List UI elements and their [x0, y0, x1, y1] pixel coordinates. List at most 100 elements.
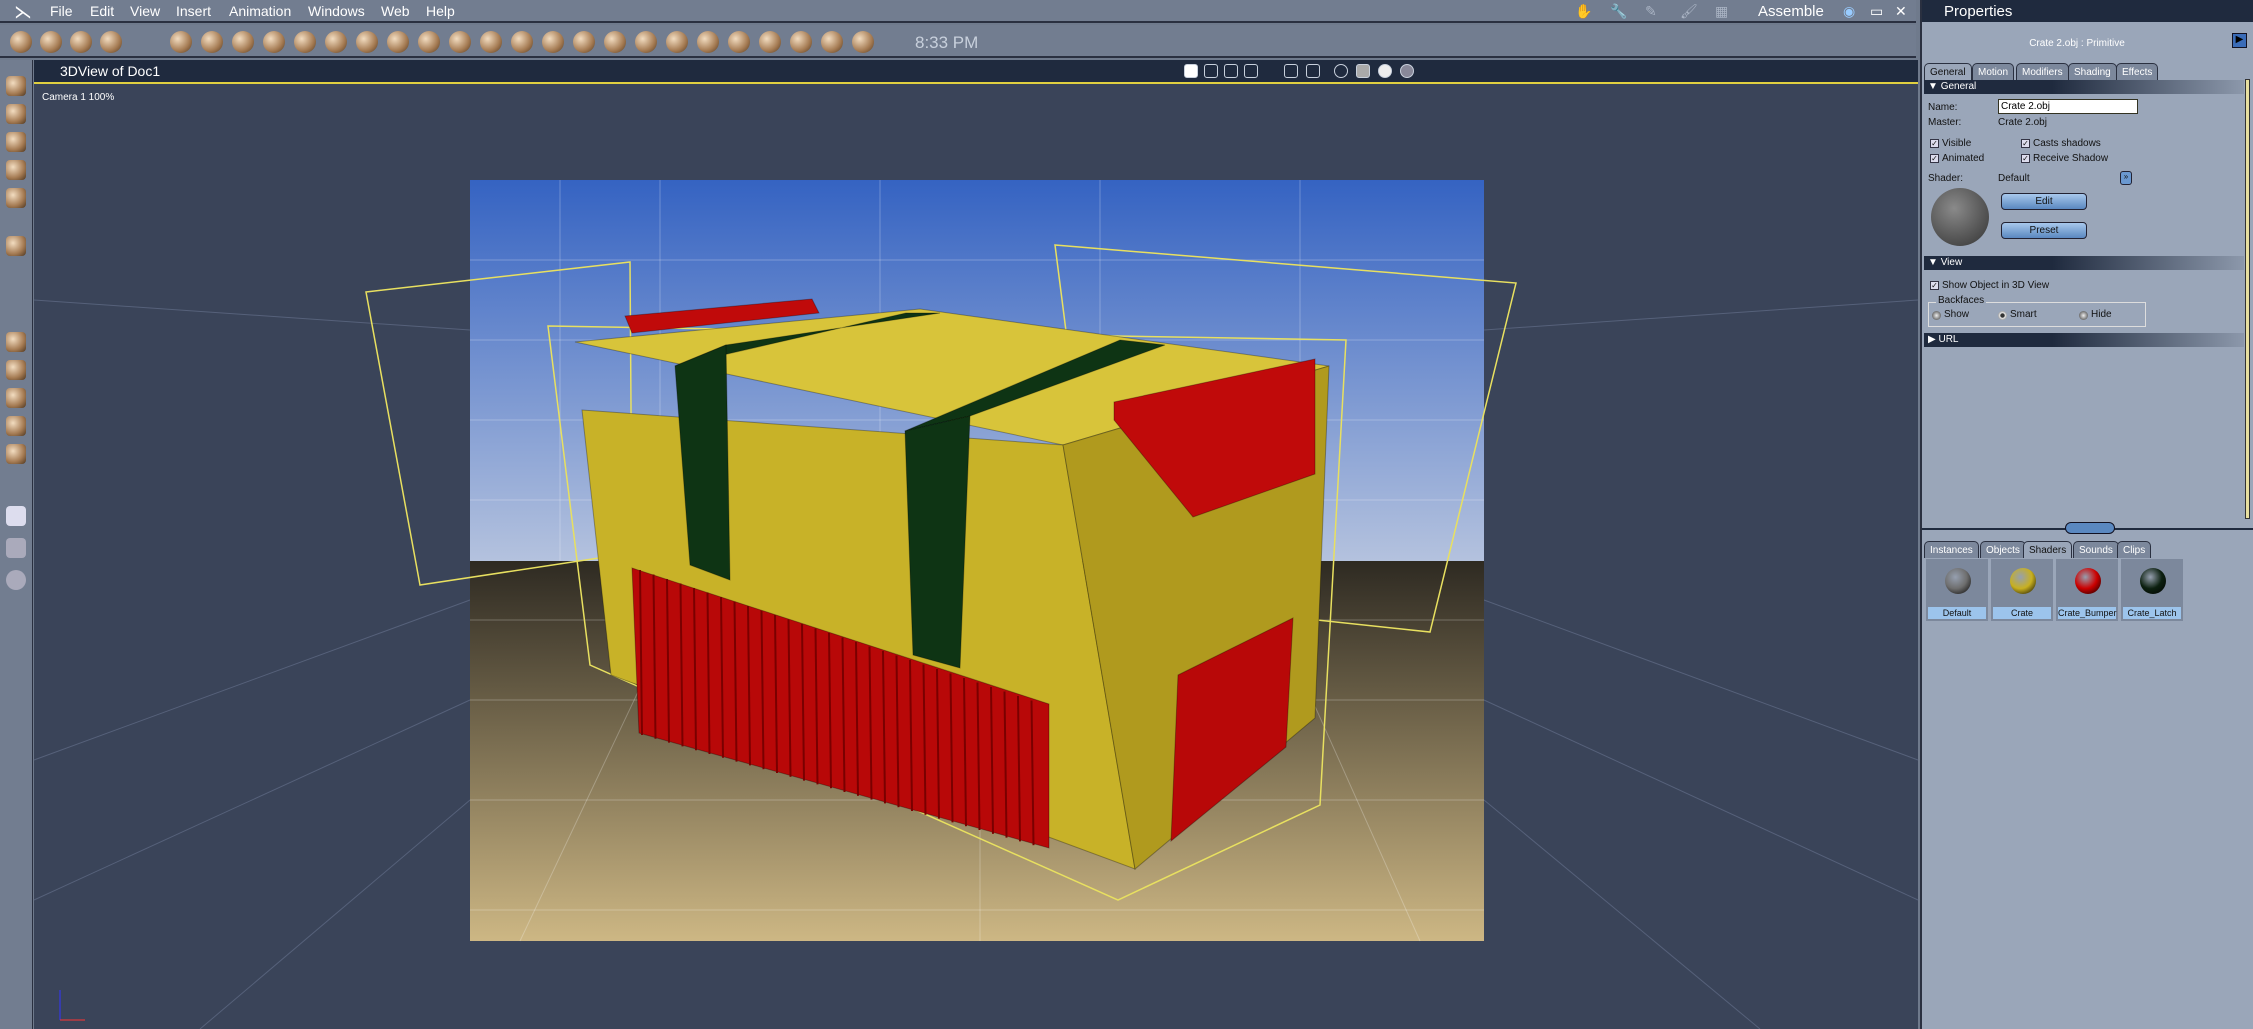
section-view-header[interactable]: ▼ View	[1924, 256, 2244, 270]
torus-icon[interactable]	[294, 31, 316, 53]
tab-clips[interactable]: Clips	[2117, 541, 2152, 558]
tab-motion[interactable]: Motion	[1972, 63, 2015, 80]
splitter-handle[interactable]	[2065, 522, 2115, 534]
visible-checkbox[interactable]: ✓	[1930, 139, 1939, 148]
render-wire-icon[interactable]	[1334, 64, 1348, 78]
cloud-icon[interactable]	[449, 31, 471, 53]
menu-web[interactable]: Web	[381, 3, 410, 19]
camera-icon[interactable]	[6, 506, 26, 526]
3d-viewport[interactable]: Camera 1 100%	[34, 82, 1918, 1029]
tab-effects[interactable]: Effects	[2116, 63, 2159, 80]
tab-instances[interactable]: Instances	[1924, 541, 1979, 558]
show-radio[interactable]	[1932, 311, 1941, 320]
shader-tile[interactable]: Crate_Latch	[2121, 559, 2183, 621]
zoom-icon[interactable]	[6, 570, 26, 590]
properties-scrollbar[interactable]	[2245, 79, 2250, 519]
fire-icon[interactable]	[480, 31, 502, 53]
menu-file[interactable]: File	[50, 3, 73, 19]
smart-radio[interactable]	[1998, 311, 2007, 320]
sphere-icon[interactable]	[170, 31, 192, 53]
render-flat-icon[interactable]	[1356, 64, 1370, 78]
text-icon[interactable]	[325, 31, 347, 53]
layout-two-icon[interactable]	[1204, 64, 1218, 78]
camera-icon[interactable]	[759, 31, 781, 53]
globe-icon[interactable]	[232, 31, 254, 53]
menu-windows[interactable]: Windows	[308, 3, 365, 19]
shader-tile[interactable]: Crate	[1991, 559, 2053, 621]
menu-view[interactable]: View	[130, 3, 160, 19]
blob-icon[interactable]	[697, 31, 719, 53]
layout-four-icon[interactable]	[1244, 64, 1258, 78]
shader-tile[interactable]: Crate_Bumper	[2056, 559, 2118, 621]
basket-icon[interactable]	[666, 31, 688, 53]
film-strip-icon[interactable]: ▦	[1715, 3, 1728, 20]
tree-icon[interactable]	[418, 31, 440, 53]
move-xyz-icon[interactable]	[6, 332, 26, 352]
tab-sounds[interactable]: Sounds	[2073, 541, 2119, 558]
move-xz-icon[interactable]	[6, 360, 26, 380]
hand-tool-icon[interactable]	[40, 31, 62, 53]
edit-button[interactable]: Edit	[2001, 193, 2087, 210]
pan-hand-icon[interactable]	[6, 538, 26, 558]
rock-icon[interactable]	[511, 31, 533, 53]
casts-shadows-checkbox[interactable]: ✓	[2021, 139, 2030, 148]
scale-box-icon[interactable]	[6, 444, 26, 464]
section-general-header[interactable]: ▼ General	[1924, 80, 2244, 94]
bone-icon[interactable]	[852, 31, 874, 53]
layout-three-icon[interactable]	[1224, 64, 1238, 78]
agr-icon[interactable]	[573, 31, 595, 53]
maximize-icon[interactable]: ▭	[1870, 3, 1883, 20]
terrain-icon[interactable]	[387, 31, 409, 53]
app-logo-icon[interactable]: ⋋	[14, 2, 32, 23]
menu-insert[interactable]: Insert	[176, 3, 211, 19]
wrench-tool-icon[interactable]	[70, 31, 92, 53]
receive-shadow-checkbox[interactable]: ✓	[2021, 154, 2030, 163]
view-front-icon[interactable]	[1284, 64, 1298, 78]
pencil-icon[interactable]: ✎	[1645, 3, 1657, 20]
menu-animation[interactable]: Animation	[229, 3, 291, 19]
tab-shaders[interactable]: Shaders	[2023, 541, 2073, 558]
goblet-icon[interactable]	[201, 31, 223, 53]
render-smooth-icon[interactable]	[1378, 64, 1392, 78]
target-icon[interactable]	[821, 31, 843, 53]
eye-icon[interactable]: ◉	[1843, 3, 1855, 20]
tab-modifiers[interactable]: Modifiers	[2016, 63, 2069, 80]
layout-single-icon[interactable]	[1184, 64, 1198, 78]
tab-general[interactable]: General	[1924, 63, 1972, 80]
arrow-right-icon[interactable]: ▶	[2232, 33, 2247, 48]
spotlight-icon[interactable]	[728, 31, 750, 53]
view-top-icon[interactable]	[1306, 64, 1320, 78]
name-input[interactable]	[1998, 99, 2138, 114]
assemble-hand-icon[interactable]: ✋	[1575, 3, 1592, 20]
show-object-checkbox[interactable]: ✓	[1930, 281, 1939, 290]
tab-objects[interactable]: Objects	[1980, 541, 2026, 558]
house-icon[interactable]	[635, 31, 657, 53]
scale-icon[interactable]	[6, 104, 26, 124]
rotate-icon[interactable]	[6, 132, 26, 152]
menu-help[interactable]: Help	[426, 3, 455, 19]
menu-edit[interactable]: Edit	[90, 3, 114, 19]
render-texture-icon[interactable]	[1400, 64, 1414, 78]
particles-icon[interactable]	[356, 31, 378, 53]
animated-checkbox[interactable]: ✓	[1930, 154, 1939, 163]
shader-tile[interactable]: Default	[1926, 559, 1988, 621]
hierarchy-icon[interactable]	[790, 31, 812, 53]
bone-chain-icon[interactable]	[263, 31, 285, 53]
hide-radio[interactable]	[2079, 311, 2088, 320]
twist-icon[interactable]	[6, 160, 26, 180]
paint-tool-icon[interactable]	[100, 31, 122, 53]
modifiers-wrench-icon[interactable]: 🔧	[1610, 3, 1627, 20]
shader-dropdown-icon[interactable]: »	[2120, 171, 2132, 185]
rotate-trackball-icon[interactable]	[6, 416, 26, 436]
close-icon[interactable]: ✕	[1895, 3, 1907, 20]
brush-icon[interactable]: 🖌	[1680, 3, 1698, 20]
move-y-icon[interactable]	[6, 388, 26, 408]
preset-button[interactable]: Preset	[2001, 222, 2087, 239]
film-icon[interactable]	[604, 31, 626, 53]
tab-shading[interactable]: Shading	[2068, 63, 2117, 80]
grass-icon[interactable]	[542, 31, 564, 53]
taper-icon[interactable]	[6, 188, 26, 208]
pose-tool-icon[interactable]	[10, 31, 32, 53]
section-url-header[interactable]: ▶ URL	[1924, 333, 2244, 347]
morph-icon[interactable]	[6, 236, 26, 256]
